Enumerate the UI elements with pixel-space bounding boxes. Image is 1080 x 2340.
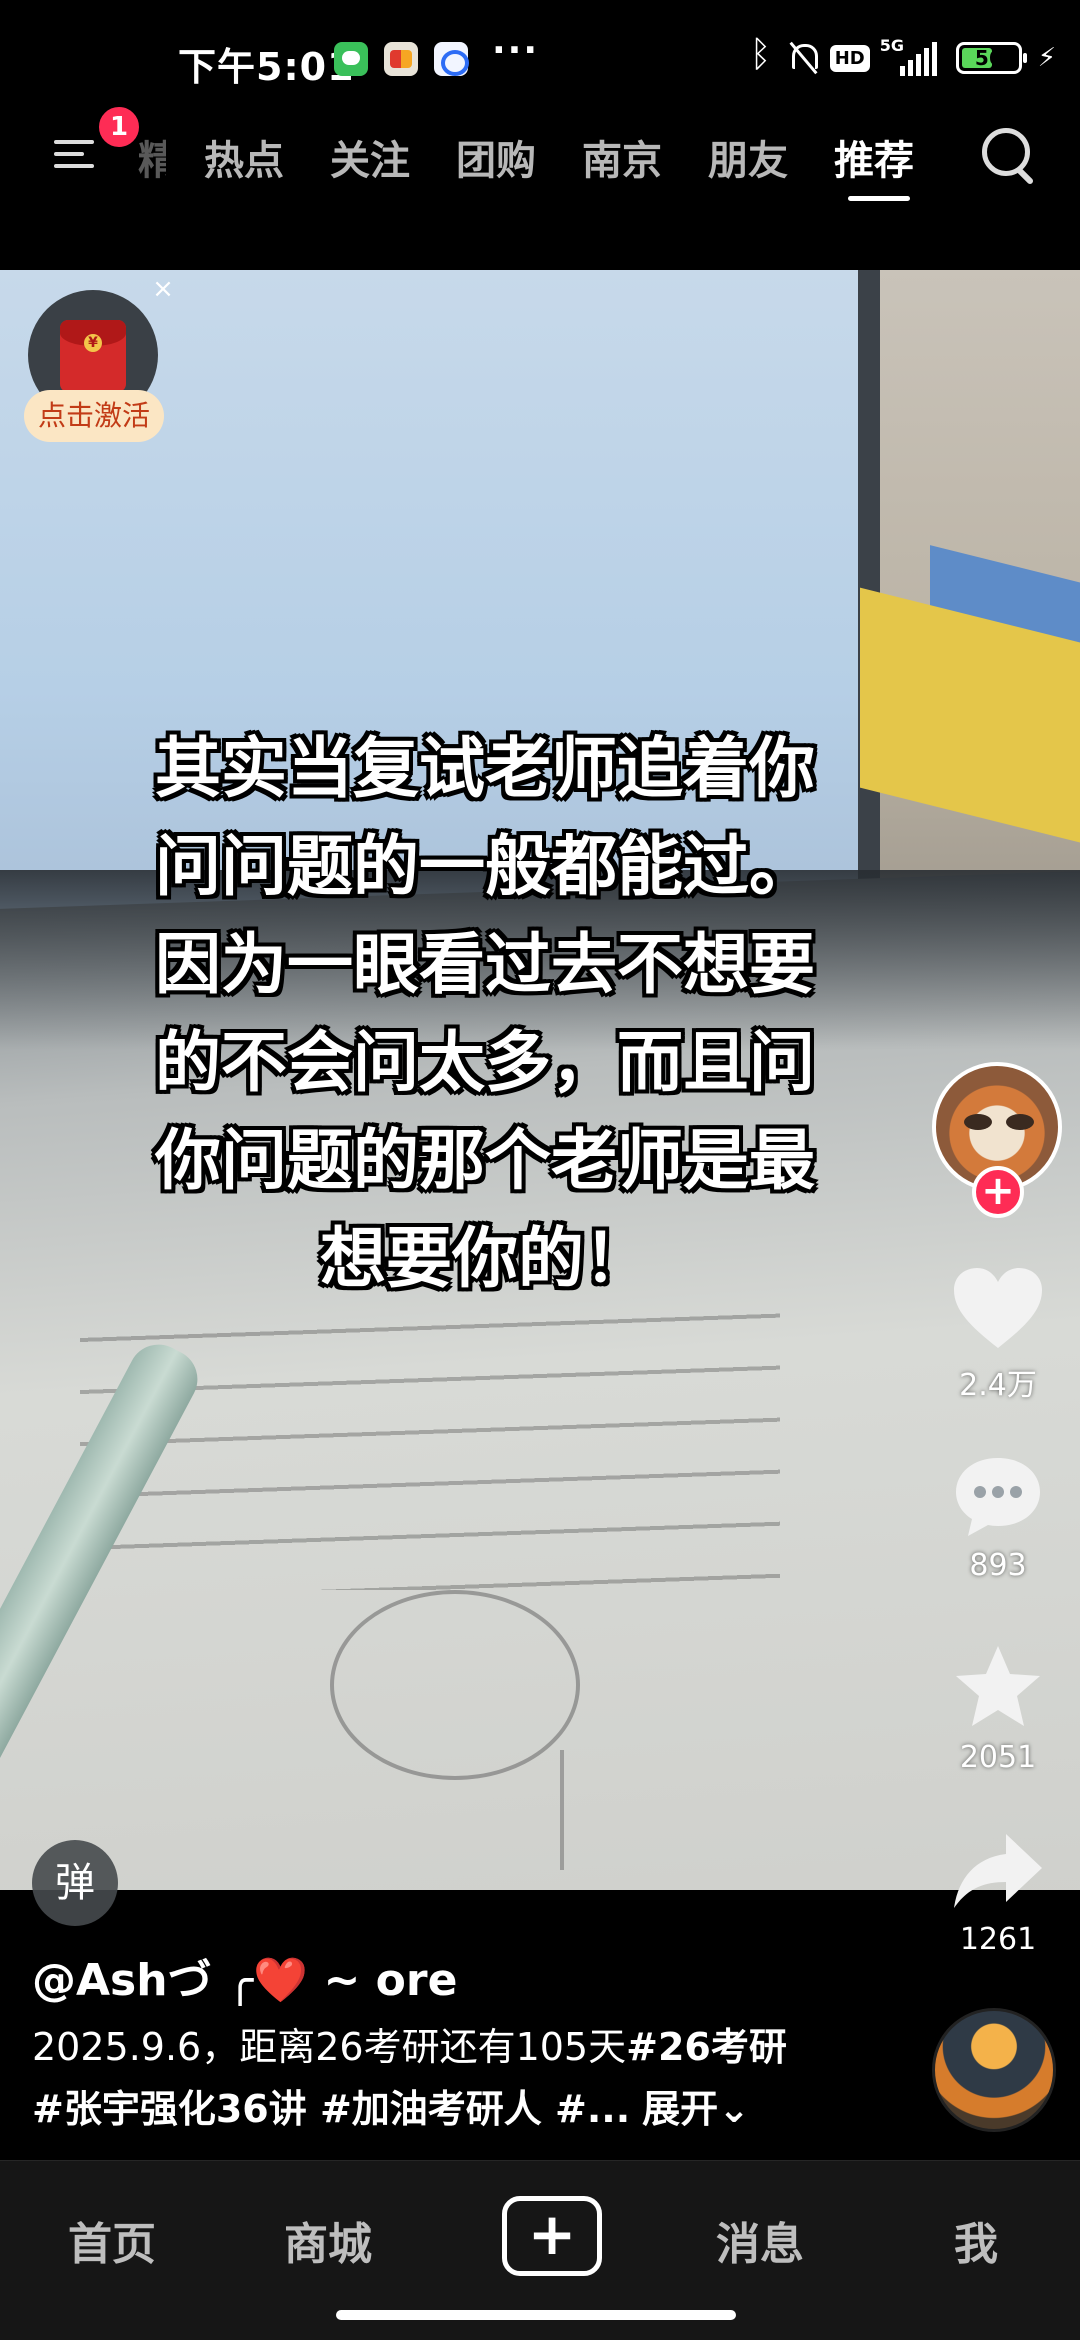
video-caption: 其实当复试老师追着你 问问题的一般都能过。 因为一眼看过去不想要 的不会问太多，… xyxy=(60,720,910,1308)
mute-bell-icon xyxy=(786,40,820,76)
caption-line: 其实当复试老师追着你 xyxy=(155,730,815,807)
nav-me[interactable]: 我 xyxy=(954,2208,998,2272)
hashtag[interactable]: #26考研 xyxy=(626,2025,787,2069)
create-button[interactable]: + xyxy=(502,2196,602,2276)
battery-icon: 56 xyxy=(955,42,1027,74)
heart-icon[interactable] xyxy=(950,1264,1046,1354)
nav-messages[interactable]: 消息 xyxy=(716,2208,804,2272)
tab-friends[interactable]: 朋友 xyxy=(708,128,788,186)
active-tab-indicator xyxy=(848,196,910,201)
tab-partial[interactable]: 精选 xyxy=(138,128,166,186)
tab-hot[interactable]: 热点 xyxy=(204,128,284,186)
share-count: 1261 xyxy=(959,1922,1037,1957)
caption-line: 的不会问太多，而且问 xyxy=(155,1024,815,1101)
baidu-netdisk-icon xyxy=(434,42,469,76)
description-text: 2025.9.6，距离26考研还有105天 xyxy=(32,2025,627,2069)
signal-icon: 5G xyxy=(880,36,946,76)
menu-notification-badge: 1 xyxy=(96,104,142,150)
red-envelope-icon xyxy=(60,320,126,392)
caption-line: 因为一眼看过去不想要 xyxy=(155,926,815,1003)
danmaku-toggle-button[interactable]: 弹 xyxy=(32,1840,118,1926)
tab-group-buy[interactable]: 团购 xyxy=(456,128,536,186)
music-disc[interactable] xyxy=(932,2008,1056,2132)
comment-icon[interactable] xyxy=(950,1452,1046,1542)
wechat-icon xyxy=(334,42,368,76)
red-packet-close-icon[interactable]: × xyxy=(150,276,176,302)
favorite-count: 2051 xyxy=(959,1740,1037,1775)
status-more-icon: ··· xyxy=(492,30,540,71)
nav-mall[interactable]: 商城 xyxy=(284,2208,372,2272)
hd-badge: HD xyxy=(829,44,870,72)
status-indicators: HD 5G 56 ⚡ xyxy=(750,34,1056,80)
status-time: 下午5:01 xyxy=(178,45,355,89)
author-name[interactable]: @Ashづ ╭❤️ ~ ore xyxy=(32,1944,457,2008)
video-description[interactable]: 2025.9.6，距离26考研还有105天#26考研 #张宇强化36讲 #加油考… xyxy=(32,2016,822,2140)
tab-nanjing[interactable]: 南京 xyxy=(582,128,662,186)
battery-percent: 56 xyxy=(974,46,1003,70)
nav-home[interactable]: 首页 xyxy=(68,2208,156,2272)
share-icon[interactable] xyxy=(950,1828,1046,1918)
tab-following[interactable]: 关注 xyxy=(330,128,410,186)
caption-line: 想要你的！ xyxy=(320,1220,650,1297)
caption-line: 你问题的那个老师是最 xyxy=(155,1122,815,1199)
expand-button[interactable]: 展开⌄ xyxy=(642,2087,750,2131)
star-icon[interactable] xyxy=(950,1642,1046,1732)
charging-icon: ⚡ xyxy=(1037,43,1056,73)
hashtag-list[interactable]: #张宇强化36讲 #加油考研人 #... xyxy=(32,2087,630,2131)
home-indicator[interactable] xyxy=(336,2310,736,2320)
like-count: 2.4万 xyxy=(959,1368,1037,1403)
search-icon[interactable] xyxy=(978,124,1038,184)
caption-line: 问问题的一般都能过。 xyxy=(155,828,815,905)
tab-recommend[interactable]: 推荐 xyxy=(834,128,914,186)
menu-icon[interactable] xyxy=(50,128,100,178)
58-app-icon xyxy=(384,42,418,76)
follow-button[interactable]: + xyxy=(972,1166,1024,1218)
bluetooth-icon xyxy=(750,34,776,76)
comment-count: 893 xyxy=(969,1548,1027,1583)
red-packet-activate-label[interactable]: 点击激活 xyxy=(24,390,164,442)
